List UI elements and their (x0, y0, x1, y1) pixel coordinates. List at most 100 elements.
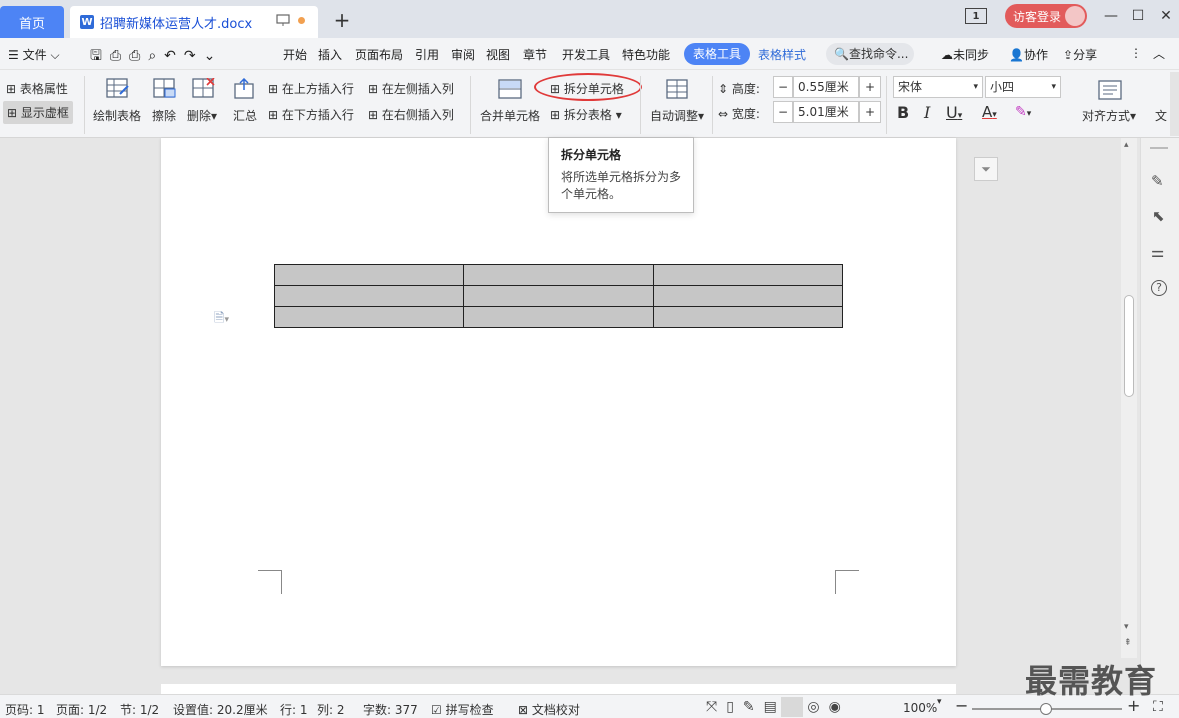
auto-fit-button[interactable]: 自动调整▾ (650, 107, 704, 124)
help-icon[interactable]: ? (1151, 280, 1167, 296)
zoom-slider-thumb[interactable] (1040, 703, 1052, 715)
width-input[interactable]: 5.01厘米 (793, 101, 859, 123)
page-count-icon[interactable]: 1 (965, 8, 987, 24)
quick-access-icons[interactable]: 🖫⎙⎙⌕↶↷⌄ (90, 45, 223, 69)
table-cell[interactable] (273, 285, 465, 307)
insert-row-above-button[interactable]: ⊞ 在上方插入行 (268, 80, 354, 97)
share-label: 分享 (1073, 48, 1098, 62)
login-button[interactable]: 访客登录 (1005, 4, 1087, 28)
view-mode-icons[interactable]: ⤧▯✎▤☰◎◉ (706, 699, 850, 715)
document-table[interactable] (273, 264, 844, 328)
select-cursor-icon[interactable]: ⬉ (1152, 207, 1165, 225)
zoom-out-icon[interactable]: − (955, 696, 968, 715)
tab-home[interactable]: 首页 (0, 6, 64, 38)
proofread-button[interactable]: ⊠ 文档校对 (518, 701, 580, 718)
height-decrease-button[interactable]: − (773, 76, 793, 98)
status-words[interactable]: 字数: 377 (363, 701, 418, 718)
insert-col-right-button[interactable]: ⊞ 在右侧插入列 (368, 106, 454, 123)
table-cell[interactable] (463, 264, 654, 286)
menu-table-style[interactable]: 表格样式 (758, 46, 806, 63)
search-command-input[interactable]: 🔍查找命令... (826, 43, 914, 65)
insert-row-below-label: 在下方插入行 (281, 108, 354, 122)
menu-developer[interactable]: 开发工具 (562, 46, 610, 63)
merge-cells-button[interactable]: 合并单元格 (480, 107, 540, 124)
minimize-icon[interactable]: — (1101, 6, 1121, 26)
menu-references[interactable]: 引用 (415, 46, 439, 63)
font-size-select[interactable]: 小四 ▾ (985, 76, 1061, 98)
align-button[interactable]: 对齐方式▾ (1082, 107, 1136, 124)
table-cell[interactable] (273, 264, 465, 286)
zoom-dropdown-icon[interactable]: ▾ (937, 697, 942, 707)
split-table-button[interactable]: ⊞ 拆分表格 ▾ (550, 106, 622, 123)
bold-button[interactable]: B (897, 103, 909, 122)
prev-page-icon[interactable]: ⇞ (1124, 638, 1132, 648)
zoom-level[interactable]: 100% (903, 701, 937, 715)
collapse-ribbon-icon[interactable]: ︿ (1153, 45, 1165, 62)
menu-home[interactable]: 开始 (283, 46, 307, 63)
new-tab-button[interactable]: + (332, 8, 352, 32)
insert-row-below-icon: ⊞ (268, 108, 279, 122)
summary-button[interactable]: 汇总 (233, 107, 257, 124)
menu-page-layout[interactable]: 页面布局 (355, 46, 403, 63)
more-icon[interactable]: ⋮ (1130, 46, 1142, 60)
font-size-value: 小四 (990, 80, 1015, 94)
table-properties-button[interactable]: ⊞ 表格属性 (6, 80, 68, 97)
file-menu[interactable]: ☰ 文件 ⌵ (8, 46, 60, 63)
tooltip-title: 拆分单元格 (561, 148, 622, 162)
insert-row-above-icon: ⊞ (268, 82, 279, 96)
erase-button[interactable]: 擦除 (152, 107, 176, 124)
italic-button[interactable]: I (924, 103, 930, 122)
height-increase-button[interactable]: + (859, 76, 881, 98)
delete-button[interactable]: 删除▾ (187, 107, 217, 124)
status-page[interactable]: 页码: 1 (5, 701, 45, 718)
table-cell[interactable] (273, 306, 465, 328)
font-color-button[interactable]: A▾ (982, 103, 997, 121)
insert-col-left-button[interactable]: ⊞ 在左侧插入列 (368, 80, 454, 97)
show-gridlines-button[interactable]: ⊞ 显示虚框 (3, 101, 73, 124)
insert-row-below-button[interactable]: ⊞ 在下方插入行 (268, 106, 354, 123)
font-name-select[interactable]: 宋体 ▾ (893, 76, 983, 98)
collaborate-button[interactable]: 👤协作 (1009, 46, 1048, 63)
paste-options-icon[interactable]: 🗎▾ (214, 309, 229, 331)
sync-button[interactable]: ☁未同步 (941, 46, 989, 63)
close-icon[interactable]: ✕ (1156, 6, 1176, 26)
status-setting[interactable]: 设置值: 20.2厘米 (173, 701, 268, 718)
ribbon-divider (640, 76, 641, 134)
edit-pen-icon[interactable]: ✎ (1151, 172, 1164, 190)
highlight-ellipse (534, 73, 642, 101)
spell-check-icon: ☑ (431, 703, 442, 717)
width-increase-button[interactable]: + (859, 101, 881, 123)
status-pages[interactable]: 页面: 1/2 (56, 701, 107, 718)
maximize-icon[interactable]: ☐ (1128, 6, 1148, 26)
status-section[interactable]: 节: 1/2 (120, 701, 159, 718)
vertical-scrollbar[interactable] (1121, 138, 1137, 658)
text-direction-button[interactable]: 文 (1155, 107, 1167, 124)
menu-review[interactable]: 审阅 (451, 46, 475, 63)
menu-insert[interactable]: 插入 (318, 46, 342, 63)
height-input[interactable]: 0.55厘米 (793, 76, 859, 98)
underline-button[interactable]: U▾ (946, 103, 962, 122)
scrollbar-thumb[interactable] (1124, 295, 1134, 397)
width-decrease-button[interactable]: − (773, 101, 793, 123)
menu-features[interactable]: 特色功能 (622, 46, 670, 63)
draw-table-button[interactable]: 绘制表格 (93, 107, 141, 124)
highlighter-button[interactable]: ✎▾ (1015, 104, 1031, 120)
table-cell[interactable] (652, 306, 844, 328)
share-button[interactable]: ⇪分享 (1063, 46, 1097, 63)
table-cell[interactable] (652, 285, 844, 307)
table-cell[interactable] (652, 264, 844, 286)
sliders-icon[interactable]: ⚌ (1151, 243, 1164, 261)
ribbon-scroll-right[interactable] (1170, 72, 1179, 136)
menu-chapter[interactable]: 章节 (523, 46, 547, 63)
present-icon[interactable] (276, 14, 290, 26)
scroll-down-icon[interactable]: ▾ (1124, 622, 1129, 632)
spell-check-button[interactable]: ☑ 拼写检查 (431, 701, 494, 718)
filter-icon[interactable]: ⏷ (974, 157, 998, 181)
width-icon: ⇔ (718, 107, 729, 121)
scroll-up-icon[interactable]: ▴ (1124, 140, 1129, 150)
page-view-button-active[interactable] (781, 697, 803, 717)
menu-table-tools[interactable]: 表格工具 (684, 43, 750, 65)
table-cell[interactable] (463, 285, 654, 307)
table-cell[interactable] (463, 306, 654, 328)
menu-view[interactable]: 视图 (486, 46, 510, 63)
